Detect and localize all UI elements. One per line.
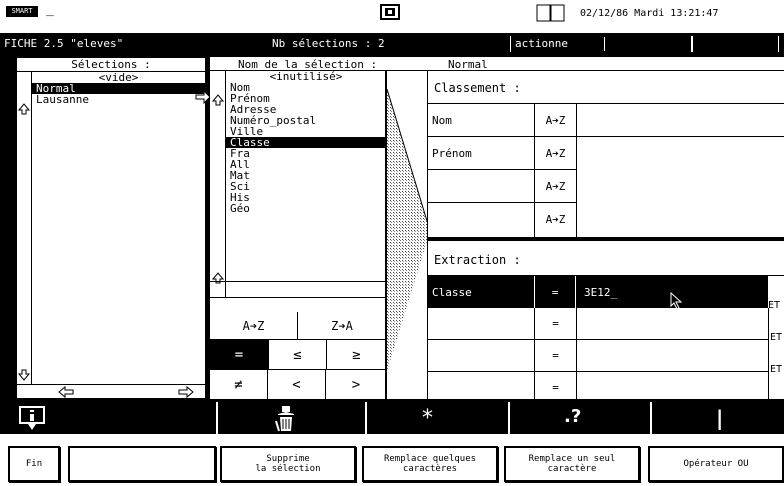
extraction-value-cell[interactable] [577,372,768,403]
op-greater-button[interactable]: > [326,370,386,400]
clock: 02/12/86 Mardi 13:21:47 [580,8,719,19]
selections-list[interactable]: <vide> Normal Lausanne [31,72,205,384]
pipe-button[interactable]: | [716,406,723,430]
list-item[interactable]: All [226,159,386,170]
classement-order-cell[interactable]: A➔Z [535,104,576,137]
text-cursor: _ [46,2,54,17]
mode-indicator: actionne [510,36,692,52]
separator [216,402,218,434]
funnel-area [386,71,428,399]
extraction-op-cell[interactable]: = [535,308,576,340]
classement-panel: Classement : Nom A➔Z Prénom A➔Z A➔Z A➔Z [427,71,784,237]
classement-field-cell[interactable] [428,170,534,203]
wildcard-star-button[interactable]: * [422,406,433,431]
classement-order-cell[interactable]: A➔Z [535,170,576,203]
separator [692,36,693,52]
extraction-panel: Extraction : Classe = 3E12_ ET = ET = ET… [427,237,784,403]
wildcard-question-button[interactable]: .? [564,406,581,427]
list-item[interactable]: Mat [226,170,386,181]
extraction-conj: ET [770,364,783,375]
classement-field-cell[interactable] [428,203,534,236]
extraction-value-cell[interactable] [577,308,768,340]
fin-key[interactable]: Fin [8,446,60,482]
sort-ascending-button[interactable]: A➔Z [210,312,298,340]
fields-list[interactable]: <inutilisé> Nom Prénom Adresse Numéro_po… [226,71,386,281]
selections-panel: Sélections : <vide> Normal Lausanne [16,57,206,399]
extraction-header: Extraction : [434,253,521,267]
selection-name-value[interactable]: Normal [448,58,488,71]
selection-count: Nb sélections : 2 [272,37,385,50]
toolbar: * .? | [0,402,784,434]
sort-descending-button[interactable]: Z➔A [298,312,386,340]
op-less-equal-button[interactable]: ≤ [268,340,326,370]
title-bar: FICHE 2.5 "eleves" Nb sélections : 2 act… [0,34,784,54]
list-item[interactable]: Lausanne [32,94,205,105]
classement-field-cell[interactable]: Prénom [428,137,534,170]
replace-one-char-key[interactable]: Remplace un seul caractère [504,446,640,482]
mode-cursor [604,37,605,51]
extraction-op-cell[interactable]: = [535,372,576,403]
extraction-op-cell-selected[interactable]: = [534,276,576,308]
list-item[interactable]: His [226,192,386,203]
op-greater-equal-button[interactable]: ≥ [326,340,386,370]
extraction-field-cell[interactable] [428,372,534,403]
separator [508,402,510,434]
file-title: FICHE 2.5 "eleves" [4,37,124,50]
classement-order-cell[interactable]: A➔Z [535,137,576,170]
op-less-button[interactable]: < [268,370,326,400]
replace-some-chars-key[interactable]: Remplace quelques caractères [362,446,498,482]
list-item[interactable]: Géo [226,203,386,214]
list-item[interactable]: <inutilisé> [226,71,386,82]
function-keys: Fin Supprime la sélection Remplace quelq… [0,434,784,486]
app-logo: SMART [6,6,38,17]
extraction-field-cell[interactable] [428,340,534,372]
operator-pad: A➔Z Z➔A = ≤ ≥ ≠ < > [210,297,386,400]
separator [778,36,779,52]
classement-field-cell[interactable]: Nom [428,104,534,137]
fields-scrollbar[interactable] [210,71,226,297]
separator [365,402,367,434]
list-item-selected[interactable]: Classe [226,137,386,148]
selection-name-row: Nom de la sélection : Normal [210,57,784,71]
trash-icon[interactable] [272,405,302,433]
op-not-equal-button[interactable]: ≠ [210,370,268,400]
extraction-field-cell-selected[interactable]: Classe [428,276,534,308]
op-equal-button[interactable]: = [210,340,268,370]
delete-selection-key[interactable]: Supprime la sélection [220,446,356,482]
divider [768,308,769,403]
fields-panel: <inutilisé> Nom Prénom Adresse Numéro_po… [210,71,386,297]
extraction-field-cell[interactable] [428,308,534,340]
extraction-op-cell[interactable]: = [535,340,576,372]
list-item[interactable]: Sci [226,181,386,192]
window-toggle-icon[interactable] [536,4,566,22]
list-item[interactable]: Fra [226,148,386,159]
info-icon[interactable] [18,405,46,431]
calculator-icon[interactable] [380,4,400,20]
system-status-bar: SMART _ 02/12/86 Mardi 13:21:47 [0,0,784,34]
classement-header: Classement : [434,81,521,95]
classement-row [577,104,784,137]
fields-spacer [210,281,386,297]
selections-hscrollbar[interactable] [17,384,205,399]
extraction-conj: ET [768,300,781,311]
extraction-value-cell[interactable] [577,340,768,372]
classement-order-cell[interactable]: A➔Z [535,203,576,236]
or-operator-key[interactable]: Opérateur OU [648,446,784,482]
selections-scrollbar[interactable] [17,72,31,384]
separator [650,402,652,434]
extraction-conj: ET [770,332,783,343]
selections-header: Sélections : [17,58,205,72]
empty-key[interactable] [68,446,216,482]
